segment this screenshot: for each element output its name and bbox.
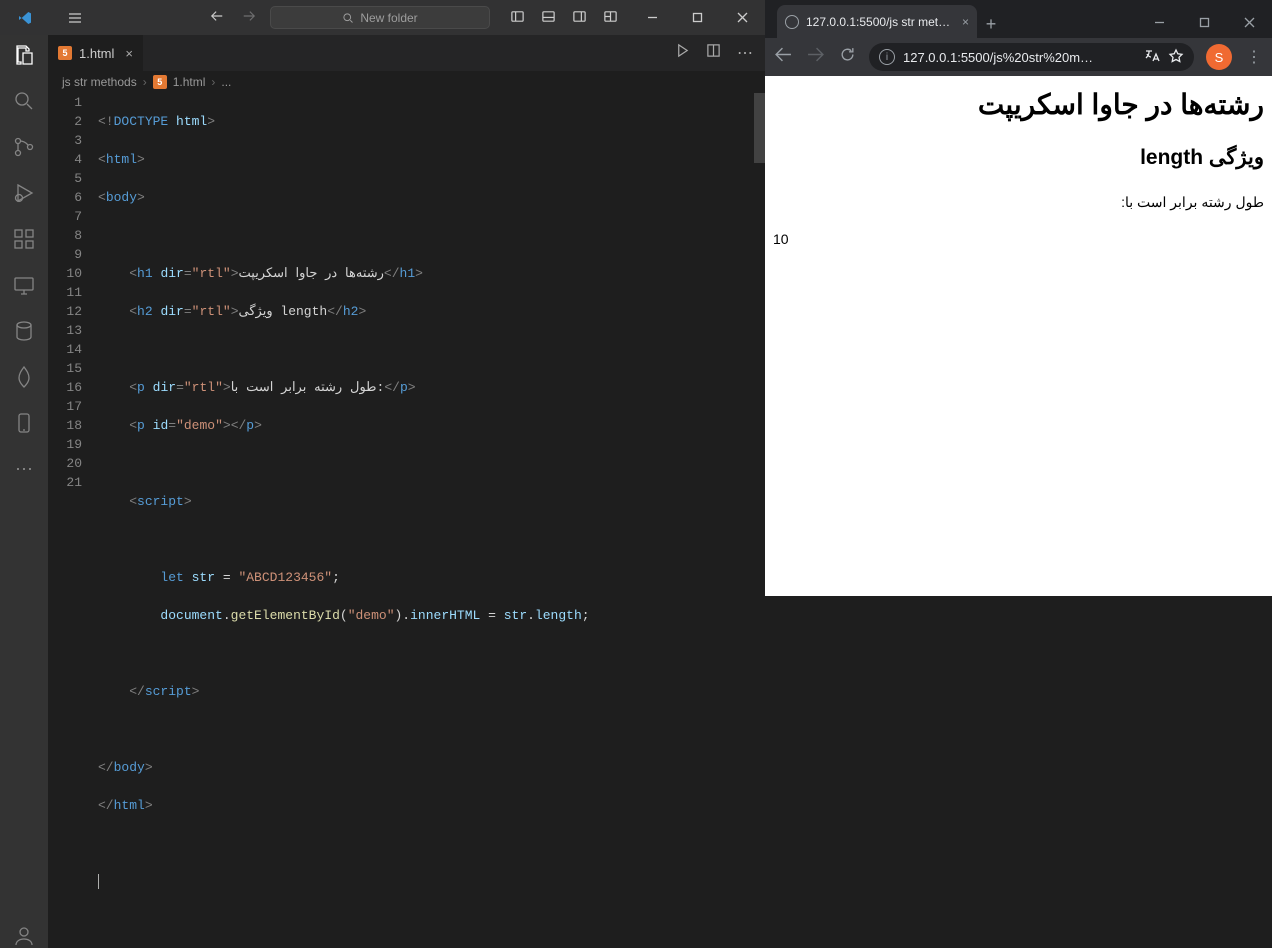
window-maximize-icon[interactable] [675,0,720,35]
browser-tab[interactable]: 127.0.0.1:5500/js str methods/1 × [777,5,977,38]
demo-output: 10 [773,231,1264,247]
breadcrumb-file[interactable]: 1.html [173,75,206,89]
tab-bar: 5 1.html × ⋯ [48,35,765,71]
line-number: 18 [48,416,82,435]
command-center[interactable]: New folder [270,6,490,29]
database-icon[interactable] [12,319,36,343]
mongodb-icon[interactable] [12,365,36,389]
browser-window: 127.0.0.1:5500/js str methods/1 × + i 12… [765,0,1272,596]
search-placeholder: New folder [360,11,417,25]
browser-menu-icon[interactable]: ⋮ [1244,47,1264,67]
layout-icon[interactable] [603,9,618,27]
vscode-logo [0,10,50,26]
chevron-right-icon: › [211,75,215,89]
line-number: 2 [48,112,82,131]
page-paragraph: طول رشته برابر است با: [773,194,1264,211]
device-icon[interactable] [12,411,36,435]
address-bar[interactable]: i 127.0.0.1:5500/js%20str%20m… [869,43,1194,71]
line-number: 15 [48,359,82,378]
tab-close-icon[interactable]: × [125,46,133,61]
main-area: ⋯ 5 1.html × ⋯ js str methods › [0,35,765,948]
line-number: 3 [48,131,82,150]
explorer-icon[interactable] [12,43,36,67]
web-page: رشته‌ها در جاوا اسکریپت ویژگی length طول… [765,76,1272,596]
line-number: 1 [48,93,82,112]
page-heading-2: ویژگی length [773,145,1264,170]
more-actions-icon[interactable]: ⋯ [737,43,753,63]
tab-1-html[interactable]: 5 1.html × [48,35,144,71]
window-minimize-icon[interactable] [1137,6,1182,38]
panel-bottom-icon[interactable] [541,9,556,27]
line-number: 9 [48,245,82,264]
title-bar: New folder [0,0,765,35]
remote-icon[interactable] [12,273,36,297]
breadcrumb-folder[interactable]: js str methods [62,75,137,89]
browser-tab-strip: 127.0.0.1:5500/js str methods/1 × + [765,0,1272,38]
translate-icon[interactable] [1144,48,1160,67]
line-number: 4 [48,150,82,169]
scrollbar-thumb[interactable] [754,93,765,163]
run-icon[interactable] [675,43,690,63]
bookmark-star-icon[interactable] [1168,48,1184,67]
line-number: 11 [48,283,82,302]
tab-close-icon[interactable]: × [962,15,969,29]
code-content[interactable]: <!DOCTYPE html> <html> <body> <h1 dir="r… [98,93,765,948]
line-number: 19 [48,435,82,454]
line-number: 7 [48,207,82,226]
reload-icon[interactable] [837,46,857,68]
line-number: 17 [48,397,82,416]
browser-toolbar: i 127.0.0.1:5500/js%20str%20m… S ⋮ [765,38,1272,76]
profile-avatar[interactable]: S [1206,44,1232,70]
source-control-icon[interactable] [12,135,36,159]
line-number: 16 [48,378,82,397]
vscode-window: New folder ⋯ [0,0,765,596]
page-heading-1: رشته‌ها در جاوا اسکریپت [773,88,1264,121]
line-number: 5 [48,169,82,188]
window-minimize-icon[interactable] [630,0,675,35]
editor-area: 5 1.html × ⋯ js str methods › 5 1.html ›… [48,35,765,948]
new-tab-button[interactable]: + [977,10,1005,38]
chevron-right-icon: › [143,75,147,89]
panel-right-icon[interactable] [572,9,587,27]
nav-forward-icon [805,46,825,68]
line-gutter: 1 2 3 4 5 6 7 8 9 10 11 12 13 14 15 16 1 [48,93,98,948]
site-info-icon[interactable]: i [879,49,895,65]
nav-forward-icon [242,9,256,26]
breadcrumb[interactable]: js str methods › 5 1.html › ... [48,71,765,93]
window-maximize-icon[interactable] [1182,6,1227,38]
html-file-icon: 5 [153,75,167,89]
code-editor[interactable]: 1 2 3 4 5 6 7 8 9 10 11 12 13 14 15 16 1 [48,93,765,948]
line-number: 21 [48,473,82,492]
window-close-icon[interactable] [1227,6,1272,38]
window-close-icon[interactable] [720,0,765,35]
more-icon[interactable]: ⋯ [12,457,36,481]
search-icon[interactable] [12,89,36,113]
scrollbar[interactable] [754,93,765,948]
line-number: 12 [48,302,82,321]
nav-back-icon[interactable] [210,9,224,26]
breadcrumb-more[interactable]: ... [221,75,231,89]
html-file-icon: 5 [58,46,72,60]
line-number: 14 [48,340,82,359]
line-number: 8 [48,226,82,245]
text-cursor [98,874,99,889]
activity-bar: ⋯ [0,35,48,948]
nav-back-icon[interactable] [773,46,793,68]
globe-icon [785,15,799,29]
extensions-icon[interactable] [12,227,36,251]
account-icon[interactable] [12,924,36,948]
debug-icon[interactable] [12,181,36,205]
tab-title: 127.0.0.1:5500/js str methods/1 [806,15,955,29]
url-text: 127.0.0.1:5500/js%20str%20m… [903,50,1093,65]
tab-filename: 1.html [79,46,114,61]
hamburger-menu-icon[interactable] [50,10,100,26]
line-number: 6 [48,188,82,207]
line-number: 20 [48,454,82,473]
line-number: 10 [48,264,82,283]
line-number: 13 [48,321,82,340]
panel-left-icon[interactable] [510,9,525,27]
split-editor-icon[interactable] [706,43,721,63]
